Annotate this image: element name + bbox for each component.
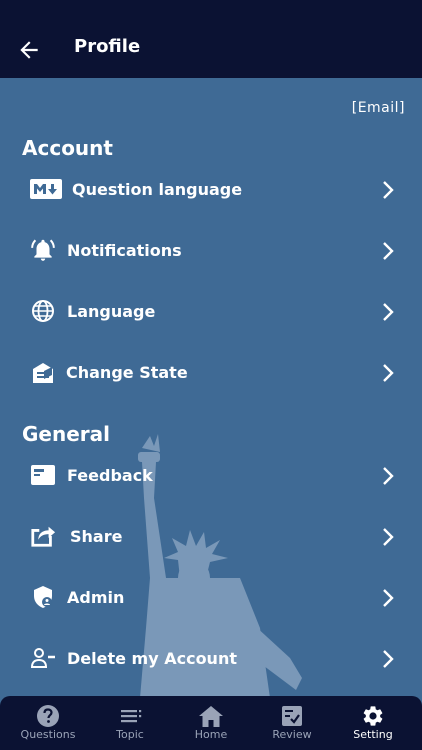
notifications-row[interactable]: Notifications <box>0 223 422 279</box>
admin-label: Admin <box>67 588 125 607</box>
nav-topic[interactable]: Topic <box>88 696 172 750</box>
feedback-label: Feedback <box>67 466 153 485</box>
bell-ringing-icon <box>30 237 56 263</box>
globe-icon <box>30 298 56 324</box>
feedback-row[interactable]: Feedback <box>0 448 422 504</box>
share-row[interactable]: Share <box>0 509 422 565</box>
nav-setting[interactable]: Setting <box>331 696 415 750</box>
nav-setting-label: Setting <box>353 728 393 741</box>
section-title-account: Account <box>22 136 113 160</box>
app-screen: Profile [Email] Account Question languag… <box>0 0 422 750</box>
share-icon <box>30 523 56 549</box>
nav-review[interactable]: Review <box>250 696 334 750</box>
language-label: Language <box>67 302 156 321</box>
admin-row[interactable]: Admin <box>0 570 422 626</box>
language-row[interactable]: Language <box>0 284 422 340</box>
list-icon <box>121 710 142 723</box>
chevron-right-icon <box>383 181 394 199</box>
home-icon <box>199 706 223 727</box>
person-remove-icon <box>30 645 56 671</box>
change-state-label: Change State <box>66 363 188 382</box>
change-state-row[interactable]: Change State <box>0 345 422 401</box>
notifications-label: Notifications <box>67 241 182 260</box>
markdown-icon <box>30 176 62 202</box>
delete-account-label: Delete my Account <box>67 649 237 668</box>
chevron-right-icon <box>383 364 394 382</box>
question-language-label: Question language <box>72 180 243 199</box>
nav-home[interactable]: Home <box>169 696 253 750</box>
review-checklist-icon <box>282 706 302 726</box>
nav-questions[interactable]: Questions <box>6 696 90 750</box>
question-language-row[interactable]: Question language <box>0 162 422 218</box>
state-building-icon <box>30 359 56 385</box>
chevron-right-icon <box>383 589 394 607</box>
gear-icon <box>363 706 383 726</box>
chevron-right-icon <box>383 242 394 260</box>
section-title-general: General <box>22 422 110 446</box>
chevron-right-icon <box>383 467 394 485</box>
top-app-bar: Profile <box>0 0 422 78</box>
back-arrow-icon[interactable] <box>16 37 42 63</box>
chevron-right-icon <box>383 650 394 668</box>
nav-review-label: Review <box>272 728 312 741</box>
chevron-right-icon <box>383 528 394 546</box>
bottom-navigation: Questions Topic Home Review Setting <box>0 696 422 750</box>
nav-questions-label: Questions <box>20 728 76 741</box>
page-title: Profile <box>74 36 141 57</box>
feedback-card-icon <box>30 462 56 488</box>
nav-topic-label: Topic <box>116 728 144 741</box>
share-label: Share <box>70 527 123 546</box>
account-email: [Email] <box>351 100 405 116</box>
delete-account-row[interactable]: Delete my Account <box>0 631 422 687</box>
nav-home-label: Home <box>194 728 228 741</box>
help-circle-icon <box>37 705 59 727</box>
chevron-right-icon <box>383 303 394 321</box>
admin-shield-icon <box>30 584 56 610</box>
